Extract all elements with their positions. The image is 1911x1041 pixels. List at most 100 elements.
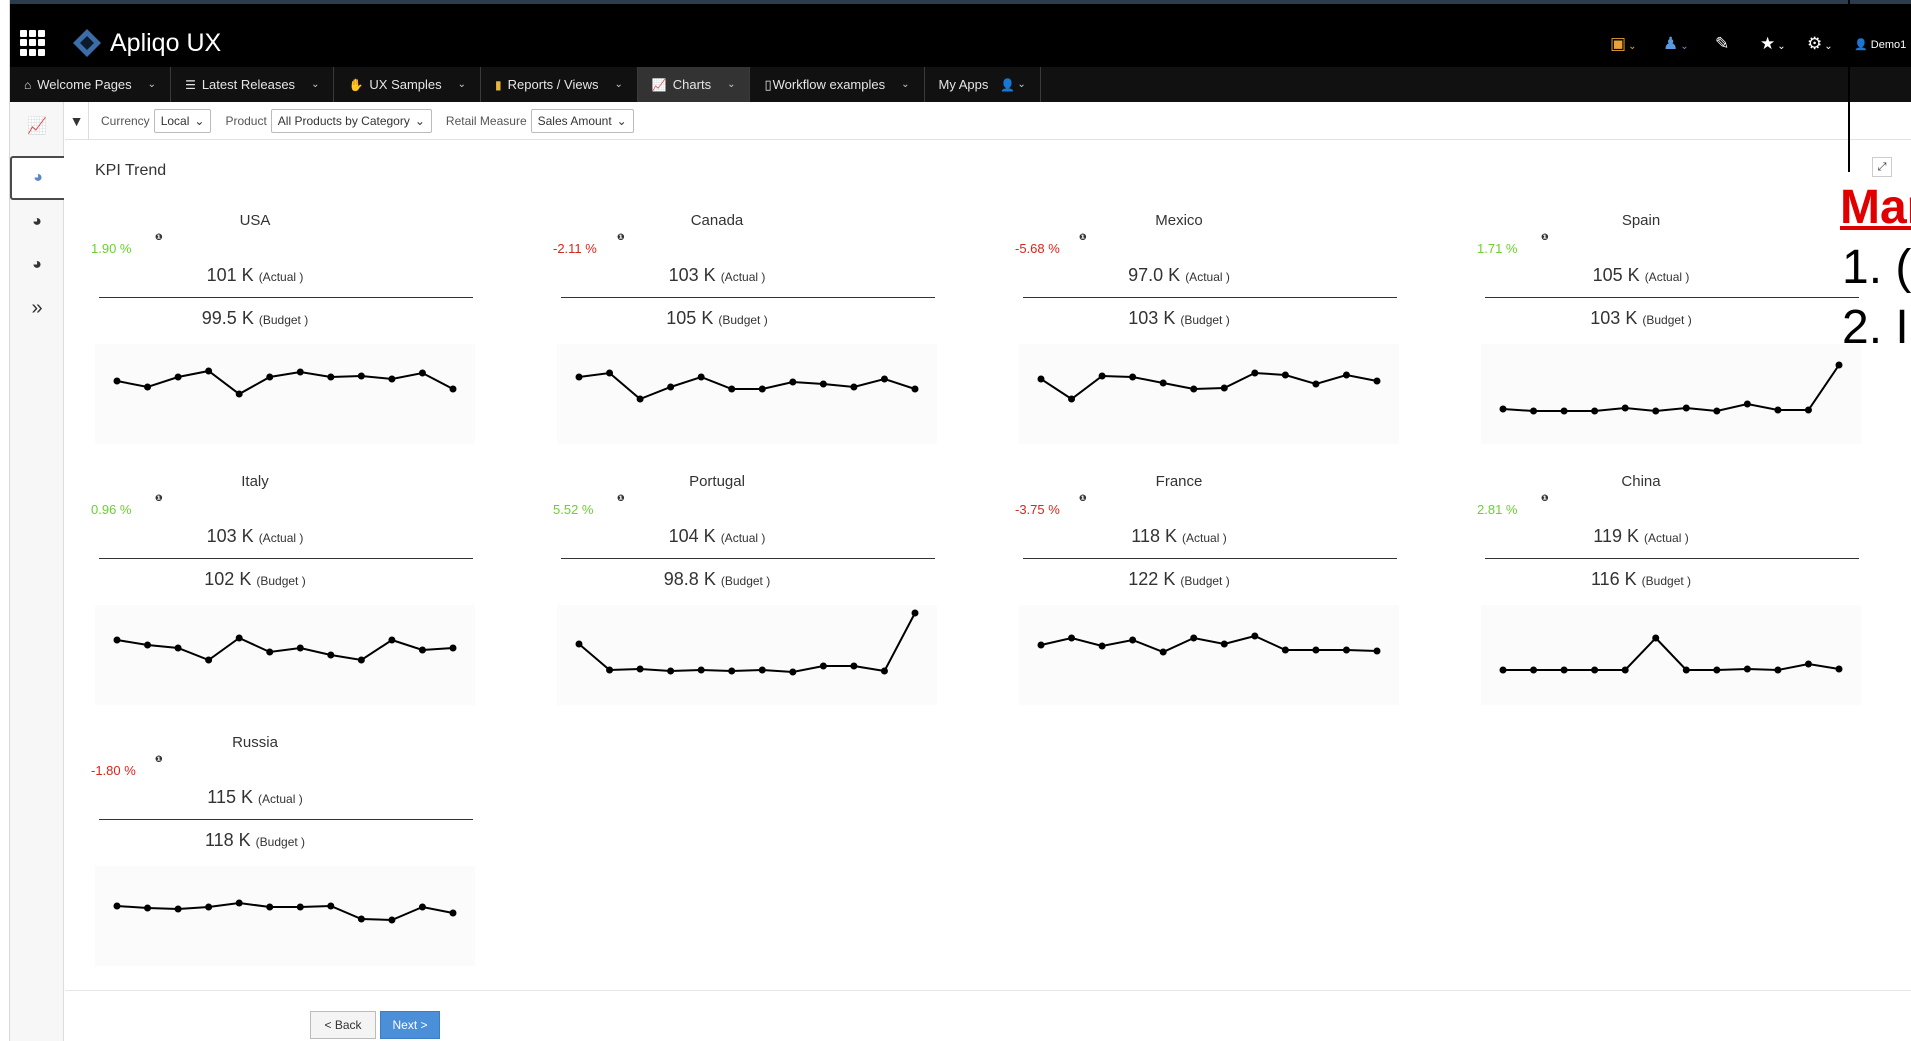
sparkline-point[interactable] — [789, 668, 797, 676]
app-grid-icon[interactable] — [20, 30, 46, 56]
sparkline-point[interactable] — [1652, 634, 1660, 642]
sparkline-point[interactable] — [1220, 640, 1228, 648]
sparkline-point[interactable] — [1743, 665, 1751, 673]
sparkline-point[interactable] — [1129, 373, 1137, 381]
sparkline-point[interactable] — [449, 909, 457, 917]
sparkline-point[interactable] — [697, 666, 705, 674]
settings-icon[interactable]: ⚙ ⌄ — [1807, 34, 1833, 54]
sparkline-point[interactable] — [1251, 632, 1259, 640]
sparkline-point[interactable] — [667, 667, 675, 675]
sparkline-point[interactable] — [1190, 634, 1198, 642]
sparkline-point[interactable] — [1159, 648, 1167, 656]
sparkline-point[interactable] — [1190, 385, 1198, 393]
sparkline-point[interactable] — [575, 373, 583, 381]
info-icon[interactable]: ❶ — [617, 493, 625, 504]
sparkline-point[interactable] — [758, 385, 766, 393]
sparkline-point[interactable] — [819, 380, 827, 388]
sparkline-point[interactable] — [880, 375, 888, 383]
briefcase-icon[interactable]: ▣ ⌄ — [1610, 34, 1636, 54]
sparkline-point[interactable] — [911, 385, 919, 393]
sparkline-point[interactable] — [144, 904, 152, 912]
sparkline-point[interactable] — [205, 367, 213, 375]
sparkline-point[interactable] — [1281, 646, 1289, 654]
app-logo[interactable]: Apliqo UX — [72, 28, 221, 58]
sparkline-point[interactable] — [327, 651, 335, 659]
sparkline-point[interactable] — [357, 915, 365, 923]
dashboard-gauge-icon[interactable]: ◕ — [10, 156, 64, 200]
back-button[interactable]: < Back — [310, 1011, 376, 1039]
sparkline-point[interactable] — [1373, 377, 1381, 385]
retail-measure-select[interactable]: Sales Amount — [530, 108, 634, 133]
sparkline-point[interactable] — [606, 666, 614, 674]
sparkline-point[interactable] — [636, 665, 644, 673]
sparkline-point[interactable] — [327, 902, 335, 910]
sparkline-point[interactable] — [388, 375, 396, 383]
sparkline-point[interactable] — [1804, 660, 1812, 668]
tab-ux-samples[interactable]: ✋ UX Samples ⌄ — [334, 67, 482, 102]
tab-charts[interactable]: 📈 Charts ⌄ — [637, 67, 751, 102]
sparkline-point[interactable] — [418, 369, 426, 377]
sparkline-point[interactable] — [1835, 361, 1843, 369]
sparkline-point[interactable] — [911, 609, 919, 617]
sparkline-point[interactable] — [1342, 646, 1350, 654]
sparkline-point[interactable] — [296, 644, 304, 652]
tab-welcome-pages[interactable]: ⌂ Welcome Pages ⌄ — [10, 67, 172, 102]
sparkline-point[interactable] — [144, 641, 152, 649]
sparkline-point[interactable] — [174, 373, 182, 381]
tab-workflow-examples[interactable]: ▯ Workflow examples ⌄ — [750, 67, 925, 102]
info-icon[interactable]: ❶ — [155, 232, 163, 243]
sparkline-point[interactable] — [728, 385, 736, 393]
sparkline-point[interactable] — [850, 383, 858, 391]
sparkline-point[interactable] — [266, 373, 274, 381]
sparkline-point[interactable] — [174, 644, 182, 652]
info-icon[interactable]: ❶ — [1541, 493, 1549, 504]
double-chevron-right-icon[interactable]: » — [10, 286, 64, 330]
sparkline-point[interactable] — [1835, 665, 1843, 673]
tab-reports-views[interactable]: ▮ Reports / Views ⌄ — [481, 67, 638, 102]
sparkline-point[interactable] — [1129, 636, 1137, 644]
sparkline-point[interactable] — [1159, 379, 1167, 387]
tab-latest-releases[interactable]: ☰ Latest Releases ⌄ — [171, 67, 335, 102]
expand-icon[interactable]: ⤢ — [1872, 157, 1892, 177]
edit-icon[interactable]: ✎ — [1715, 34, 1729, 54]
sparkline-point[interactable] — [1560, 666, 1568, 674]
sparkline-point[interactable] — [1037, 375, 1045, 383]
sparkline-point[interactable] — [880, 667, 888, 675]
sparkline-point[interactable] — [296, 903, 304, 911]
info-icon[interactable]: ❶ — [1079, 493, 1087, 504]
sparkline-point[interactable] — [449, 644, 457, 652]
sparkline-point[interactable] — [388, 636, 396, 644]
sparkline-point[interactable] — [235, 390, 243, 398]
sparkline-point[interactable] — [235, 899, 243, 907]
sparkline-point[interactable] — [1312, 646, 1320, 654]
info-icon[interactable]: ❶ — [617, 232, 625, 243]
sparkline-point[interactable] — [728, 667, 736, 675]
sparkline-point[interactable] — [1591, 666, 1599, 674]
sparkline-point[interactable] — [1621, 666, 1629, 674]
users-icon[interactable]: ♟ ⌄ — [1663, 34, 1689, 54]
sparkline-point[interactable] — [1068, 634, 1076, 642]
info-icon[interactable]: ❶ — [1541, 232, 1549, 243]
sparkline-point[interactable] — [296, 368, 304, 376]
sparkline-point[interactable] — [1530, 666, 1538, 674]
info-icon[interactable]: ❶ — [155, 754, 163, 765]
star-icon[interactable]: ★ ⌄ — [1760, 34, 1786, 54]
sparkline-point[interactable] — [327, 373, 335, 381]
sparkline-point[interactable] — [357, 372, 365, 380]
sparkline-point[interactable] — [235, 634, 243, 642]
sparkline-point[interactable] — [113, 636, 121, 644]
sparkline-point[interactable] — [575, 640, 583, 648]
line-chart-icon[interactable]: 📈 — [10, 104, 64, 148]
product-select[interactable]: All Products by Category — [270, 108, 432, 133]
sparkline-point[interactable] — [1098, 642, 1106, 650]
sparkline-point[interactable] — [144, 383, 152, 391]
sparkline-point[interactable] — [113, 377, 121, 385]
user-menu[interactable]: 👤 Demo1 — [1854, 38, 1906, 51]
sparkline-point[interactable] — [667, 383, 675, 391]
sparkline-point[interactable] — [266, 903, 274, 911]
sparkline-point[interactable] — [266, 648, 274, 656]
filter-icon[interactable]: ▼ — [65, 101, 89, 140]
sparkline-point[interactable] — [205, 903, 213, 911]
sparkline-point[interactable] — [1774, 666, 1782, 674]
currency-select[interactable]: Local — [153, 108, 212, 133]
